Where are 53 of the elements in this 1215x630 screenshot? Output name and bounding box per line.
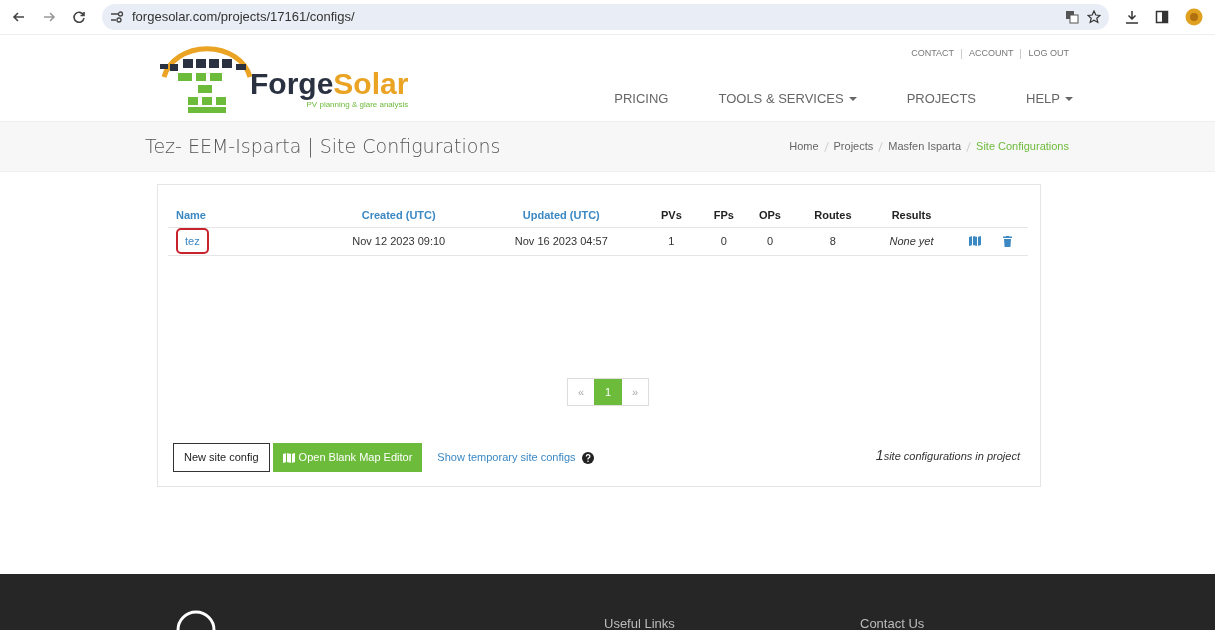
table-cell: None yet (889, 234, 934, 247)
logo-text: Solar (333, 69, 409, 99)
star-icon[interactable] (1087, 10, 1101, 24)
trash-icon[interactable] (1002, 235, 1012, 247)
column-header[interactable]: Name (176, 208, 206, 221)
map-icon (282, 452, 295, 463)
nav-menu-item[interactable]: TOOLS & SERVICES (718, 89, 857, 109)
help-icon[interactable] (581, 451, 594, 464)
column-header: Results (891, 208, 932, 221)
top-link[interactable]: CONTACT (911, 47, 954, 61)
column-header[interactable]: Created (UTC) (361, 208, 436, 221)
breadcrumb-link[interactable]: Projects (833, 138, 874, 155)
download-icon[interactable] (1125, 10, 1139, 24)
translate-icon[interactable] (1065, 10, 1079, 24)
table-cell: Nov 12 2023 09:10 (352, 234, 446, 247)
nav-menu-item[interactable]: PROJECTS (906, 89, 977, 109)
footer-logo-icon (176, 610, 216, 630)
config-count-label: site configurations in project (883, 449, 1020, 464)
reload-icon[interactable] (72, 10, 86, 24)
footer-heading: Useful Links (604, 615, 675, 630)
page-title: Tez- EEM-Isparta | Site Configurations (145, 134, 501, 160)
table-cell: 8 (829, 234, 836, 247)
map-icon[interactable] (968, 236, 981, 246)
footer-heading: Contact Us (860, 615, 925, 630)
config-name-link[interactable]: tez (176, 227, 209, 255)
column-header: FPs (713, 208, 734, 221)
top-link[interactable]: ACCOUNT (969, 47, 1014, 61)
address-bar[interactable]: forgesolar.com/projects/17161/configs/ (102, 4, 1109, 30)
logo-tagline: PV planning & glare analysis (306, 100, 409, 109)
profile-avatar-icon[interactable] (1185, 8, 1203, 26)
nav-menu-item[interactable]: HELP (1026, 89, 1073, 109)
nav-menu-item[interactable]: PRICING (614, 89, 669, 109)
show-temporary-configs-link[interactable]: Show temporary site configs (437, 449, 576, 466)
breadcrumb-link[interactable]: Masfen Isparta (888, 138, 962, 155)
column-header[interactable]: Updated (UTC) (522, 208, 600, 221)
back-icon[interactable] (12, 10, 26, 24)
new-site-config-button[interactable]: New site config (173, 443, 270, 472)
url-text: forgesolar.com/projects/17161/configs/ (132, 8, 356, 27)
logo[interactable]: ForgeSolar PV planning & glare analysis (158, 37, 409, 115)
table-cell: 1 (668, 234, 675, 247)
top-link[interactable]: LOG OUT (1028, 47, 1069, 61)
config-count: 1 (875, 446, 884, 465)
breadcrumb-link[interactable]: Home (789, 138, 819, 155)
side-panel-icon[interactable] (1155, 10, 1169, 24)
site-settings-icon[interactable] (110, 11, 124, 23)
forward-icon[interactable] (42, 10, 56, 24)
table-cell: Nov 16 2023 04:57 (514, 234, 608, 247)
column-header: PVs (661, 208, 682, 221)
table-cell: 0 (766, 234, 773, 247)
column-header: Routes (814, 208, 852, 221)
column-header: OPs (758, 208, 781, 221)
table-cell: 0 (720, 234, 727, 247)
logo-text: Forge (250, 69, 334, 99)
